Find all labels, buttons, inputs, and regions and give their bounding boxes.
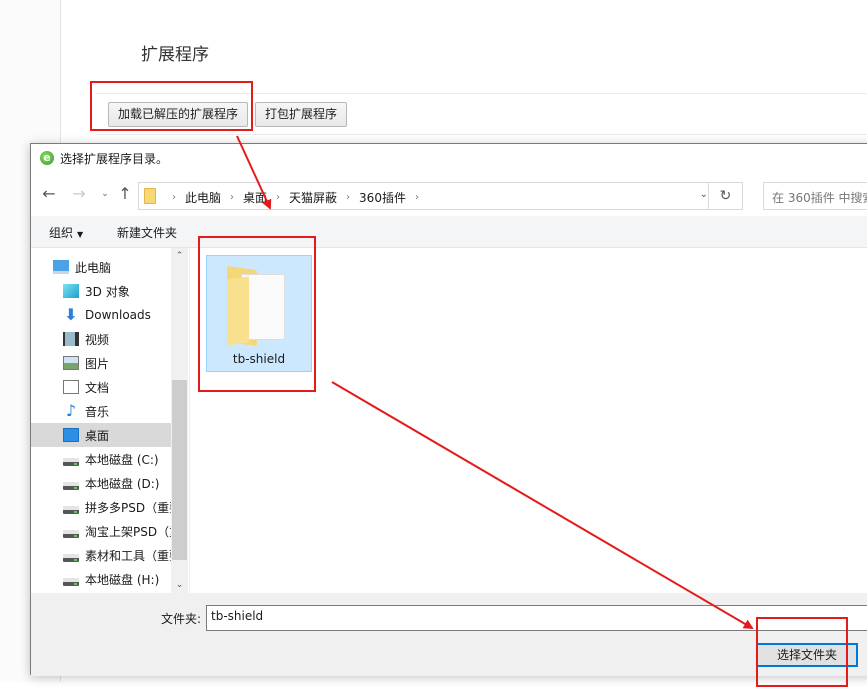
desktop-icon <box>63 428 79 442</box>
nav-item-drive-materials[interactable]: 素材和工具（重要 <box>63 543 171 567</box>
pictures-icon <box>63 356 79 370</box>
music-icon: ♪ <box>65 401 77 420</box>
3d-objects-icon <box>63 284 79 298</box>
address-dropdown-chevron-icon[interactable]: ⌄ <box>700 189 708 200</box>
folder-field-label: 文件夹: <box>161 612 202 626</box>
nav-item-desktop[interactable]: 桌面 <box>31 423 171 447</box>
recent-locations-chevron-icon[interactable]: ⌄ <box>95 184 115 204</box>
navigation-pane-scrollbar[interactable]: ⌃ ⌄ <box>171 248 188 593</box>
browser-app-icon: e <box>40 151 54 165</box>
breadcrumb-separator[interactable]: › <box>415 192 419 203</box>
nav-item-drive-taobao[interactable]: 淘宝上架PSD（重 <box>63 519 171 543</box>
command-toolbar: 组织 ▼ 新建文件夹 <box>31 216 867 248</box>
drive-icon <box>63 554 79 562</box>
nav-item-label: 本地磁盘 (H:) <box>85 572 160 587</box>
scroll-down-icon[interactable]: ⌄ <box>171 580 188 590</box>
video-icon <box>63 332 79 346</box>
breadcrumb-this-pc[interactable]: 此电脑 <box>185 189 221 206</box>
nav-item-label: 淘宝上架PSD（重 <box>85 524 171 539</box>
nav-item-label: 文档 <box>85 380 110 395</box>
select-folder-dialog: e 选择扩展程序目录。 ← → ⌄ ↑ › 此电脑 › 桌面 › 天猫屏蔽 › … <box>30 143 867 676</box>
nav-item-label: 素材和工具（重要 <box>85 548 171 563</box>
divider <box>96 134 867 135</box>
breadcrumb-separator[interactable]: › <box>230 192 234 203</box>
breadcrumb-360-plugins[interactable]: 360插件 <box>359 189 406 206</box>
organize-menu-button[interactable]: 组织 ▼ <box>49 224 83 241</box>
new-folder-button[interactable]: 新建文件夹 <box>117 224 177 241</box>
nav-item-this-pc[interactable]: 此电脑 <box>53 255 189 279</box>
navigation-pane: 此电脑 3D 对象 ⬇ Downloads 视频 图片 文档 ♪ 音乐 桌面 本… <box>31 248 189 593</box>
breadcrumb: › 此电脑 › 桌面 › 天猫屏蔽 › 360插件 › <box>163 189 428 206</box>
drive-icon <box>63 530 79 538</box>
pack-extension-button[interactable]: 打包扩展程序 <box>255 102 348 127</box>
nav-item-label: 此电脑 <box>75 260 112 275</box>
dialog-titlebar: e 选择扩展程序目录。 <box>31 144 867 172</box>
nav-item-label: 图片 <box>85 356 110 371</box>
nav-item-label: 视频 <box>85 332 110 347</box>
folder-name-input[interactable]: tb-shield <box>206 605 867 631</box>
nav-item-label: 音乐 <box>85 404 110 419</box>
drive-icon <box>63 458 79 466</box>
search-input[interactable]: 在 360插件 中搜索 <box>763 182 867 210</box>
up-arrow-icon[interactable]: ↑ <box>115 184 135 204</box>
breadcrumb-desktop[interactable]: 桌面 <box>243 189 267 206</box>
dialog-title: 选择扩展程序目录。 <box>60 152 169 166</box>
breadcrumb-separator[interactable]: › <box>346 192 350 203</box>
divider <box>96 93 867 94</box>
scrollbar-thumb[interactable] <box>172 380 187 560</box>
folder-item-tb-shield[interactable]: tb-shield <box>206 255 312 372</box>
folder-icon <box>144 188 156 204</box>
drive-icon <box>63 506 79 514</box>
forward-arrow-icon[interactable]: → <box>69 184 89 204</box>
breadcrumb-tmall-block[interactable]: 天猫屏蔽 <box>289 189 337 206</box>
documents-icon <box>63 380 79 394</box>
select-folder-button[interactable]: 选择文件夹 <box>756 643 858 667</box>
address-bar[interactable]: › 此电脑 › 桌面 › 天猫屏蔽 › 360插件 › ⌄ ↻ <box>138 182 743 210</box>
nav-item-label: Downloads <box>85 308 151 322</box>
nav-item-label: 拼多多PSD（重要 <box>85 500 171 515</box>
organize-label: 组织 <box>49 226 74 240</box>
pc-icon <box>53 260 69 274</box>
scroll-up-icon[interactable]: ⌃ <box>171 251 188 261</box>
drive-icon <box>63 578 79 586</box>
nav-item-label: 本地磁盘 (C:) <box>85 452 159 467</box>
folder-item-label: tb-shield <box>232 352 286 366</box>
dialog-footer: 文件夹: tb-shield 选择文件夹 <box>31 593 867 676</box>
drive-icon <box>63 482 79 490</box>
nav-item-label: 本地磁盘 (D:) <box>85 476 160 491</box>
nav-item-label: 3D 对象 <box>85 284 130 299</box>
breadcrumb-separator[interactable]: › <box>276 192 280 203</box>
back-arrow-icon[interactable]: ← <box>39 184 59 204</box>
refresh-icon[interactable]: ↻ <box>708 182 742 210</box>
nav-item-drive-pdd[interactable]: 拼多多PSD（重要 <box>63 495 171 519</box>
folder-icon <box>227 265 291 347</box>
dropdown-caret-icon: ▼ <box>77 230 84 239</box>
nav-item-label: 桌面 <box>85 428 110 443</box>
file-list-pane: tb-shield <box>189 248 867 593</box>
load-unpacked-extension-button[interactable]: 加载已解压的扩展程序 <box>108 102 249 127</box>
navigation-bar: ← → ⌄ ↑ › 此电脑 › 桌面 › 天猫屏蔽 › 360插件 › ⌄ ↻ … <box>31 172 867 216</box>
breadcrumb-separator[interactable]: › <box>172 192 176 203</box>
download-icon: ⬇ <box>64 305 78 324</box>
extensions-page-title: 扩展程序 <box>141 45 209 65</box>
